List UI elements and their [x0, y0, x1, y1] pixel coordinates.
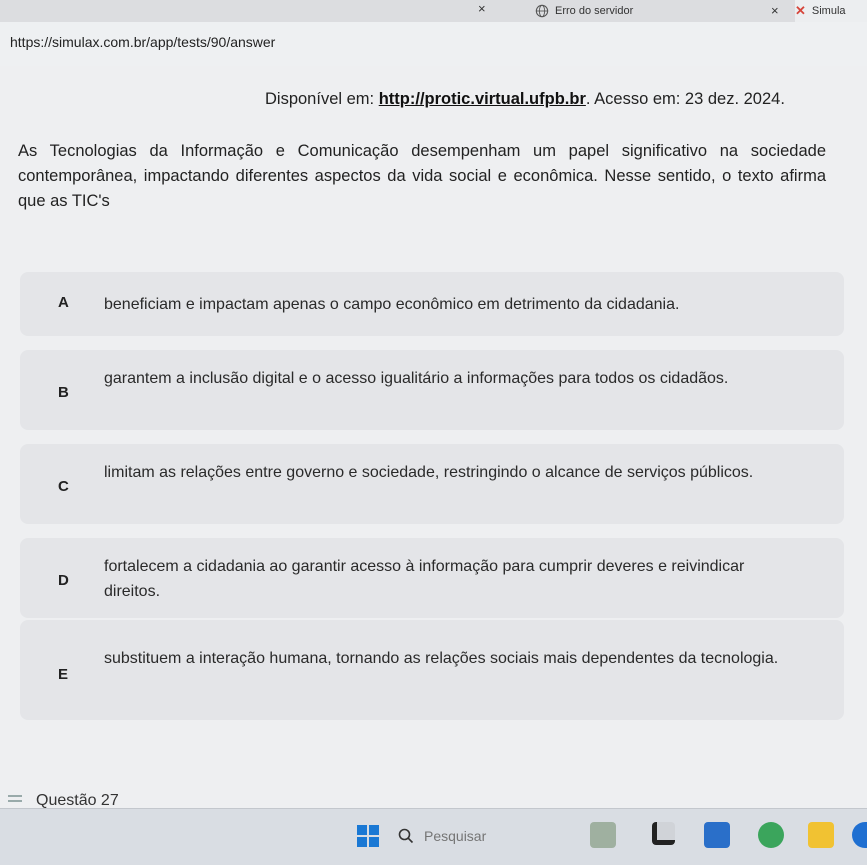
- option-text: fortalecem a cidadania ao garantir acess…: [104, 558, 745, 600]
- question-prompt: As Tecnologias da Informação e Comunicaç…: [18, 142, 826, 210]
- address-bar[interactable]: https://simulax.com.br/app/tests/90/answ…: [0, 22, 867, 67]
- source-prefix: Disponível em:: [265, 90, 379, 108]
- tab-simulax[interactable]: ✕ Simula: [795, 0, 867, 22]
- url-text[interactable]: https://simulax.com.br/app/tests/90/answ…: [10, 34, 275, 50]
- source-link[interactable]: http://protic.virtual.ufpb.br: [379, 90, 586, 108]
- site-x-icon: ✕: [795, 3, 806, 18]
- browser-app-icon[interactable]: [758, 822, 784, 848]
- search-input[interactable]: [422, 827, 556, 845]
- store-app-icon[interactable]: [704, 822, 730, 848]
- tab-title: Simula: [811, 5, 846, 17]
- windows-start-icon[interactable]: [357, 825, 379, 847]
- taskbar: [0, 808, 867, 865]
- widget-app-icon[interactable]: [590, 822, 616, 848]
- option-letter: A: [58, 294, 69, 311]
- option-letter: C: [58, 478, 69, 495]
- question-page: Disponível em: http://protic.virtual.ufp…: [0, 66, 867, 808]
- option-text: garantem a inclusão digital e o acesso i…: [104, 370, 729, 387]
- list-icon: [8, 795, 22, 807]
- option-a[interactable]: A beneficiam e impactam apenas o campo e…: [20, 272, 844, 336]
- source-suffix: . Acesso em: 23 dez. 2024.: [585, 90, 785, 108]
- edge-app-icon[interactable]: [852, 822, 867, 848]
- search-icon: [398, 828, 414, 844]
- option-d[interactable]: D fortalecem a cidadania ao garantir ace…: [20, 538, 844, 618]
- option-text: limitam as relações entre governo e soci…: [104, 464, 754, 481]
- folder-app-icon[interactable]: [808, 822, 834, 848]
- tab-close-icon[interactable]: ×: [771, 4, 779, 18]
- task-view-icon[interactable]: [652, 822, 675, 845]
- option-e[interactable]: E substituem a interação humana, tornand…: [20, 620, 844, 720]
- option-c[interactable]: C limitam as relações entre governo e so…: [20, 444, 844, 524]
- option-b[interactable]: B garantem a inclusão digital e o acesso…: [20, 350, 844, 430]
- source-citation: Disponível em: http://protic.virtual.ufp…: [265, 90, 785, 109]
- globe-icon: [535, 4, 549, 18]
- tab-title: Erro do servidor: [555, 5, 634, 17]
- option-letter: D: [58, 572, 69, 589]
- tab-close-icon[interactable]: ×: [478, 2, 486, 16]
- option-letter: E: [58, 666, 69, 683]
- option-letter: B: [58, 384, 69, 401]
- taskbar-search[interactable]: [398, 821, 568, 851]
- option-text: beneficiam e impactam apenas o campo eco…: [104, 296, 680, 313]
- tab-server-error[interactable]: Erro do servidor: [535, 0, 755, 22]
- tab-strip: × Erro do servidor × ✕ Simula: [0, 0, 867, 23]
- option-text: substituem a interação humana, tornando …: [104, 650, 779, 667]
